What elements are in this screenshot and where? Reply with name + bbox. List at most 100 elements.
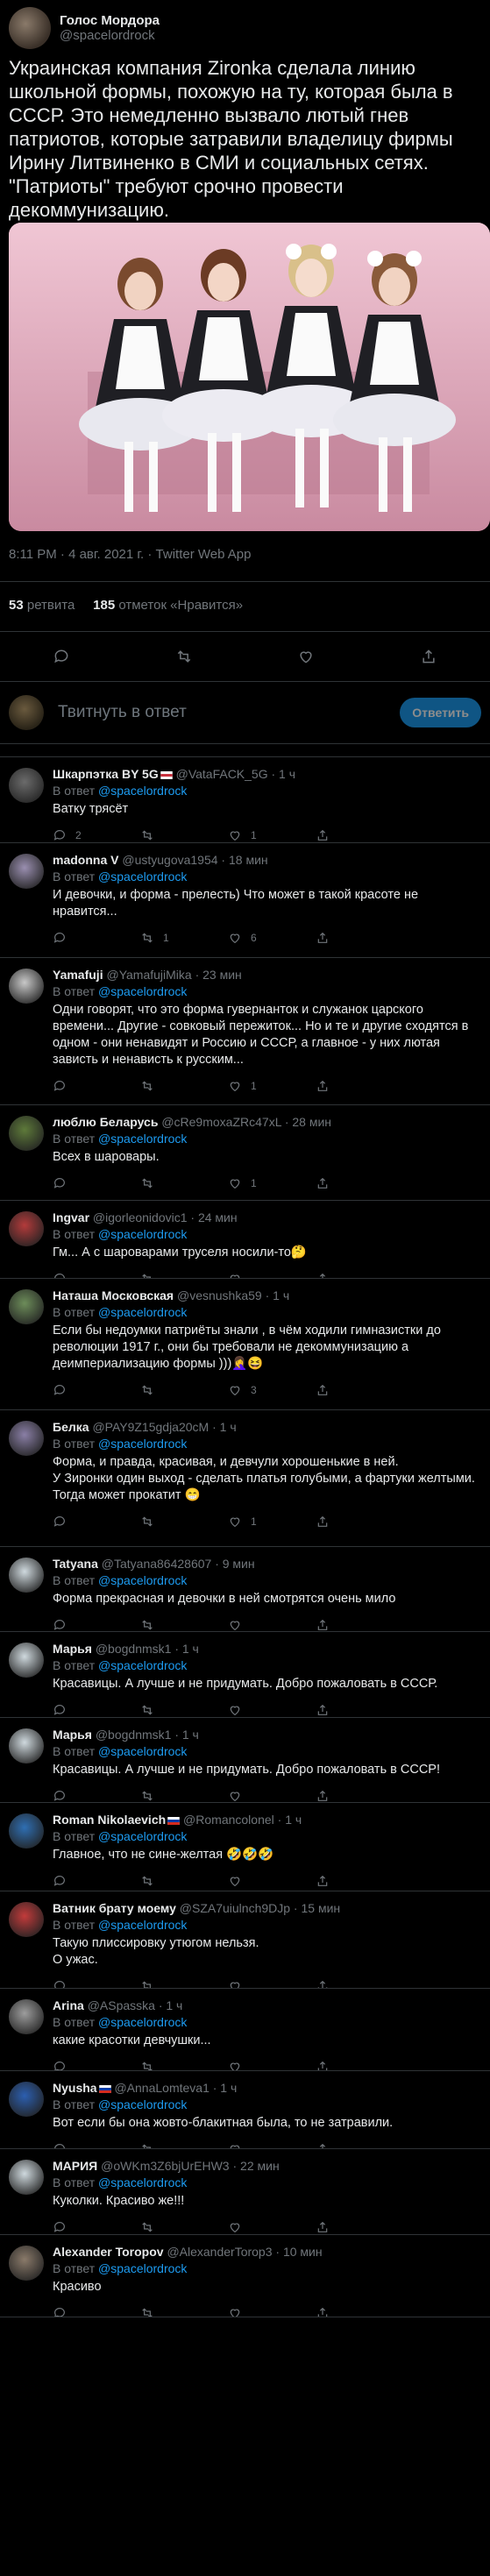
reply-item[interactable]: Tatyana @Tatyana86428607 · 9 мин В ответ… [0,1547,490,1632]
reply-retweet-button[interactable] [140,2060,228,2070]
reply-author-handle[interactable]: @SZA7uiulnch9DJp · 15 мин [180,1901,340,1915]
reply-to-mention[interactable]: @spacelordrock [98,1918,187,1932]
reply-reply-button[interactable] [53,2142,140,2148]
reply-share-button[interactable] [316,1618,403,1631]
reply-like-button[interactable]: 6 [228,931,316,945]
reply-retweet-button[interactable] [140,1789,228,1802]
reply-to-mention[interactable]: @spacelordrock [98,2097,187,2111]
reply-author-handle[interactable]: @vesnushka59 · 1 ч [177,1288,289,1302]
reply-retweet-button[interactable] [140,1979,228,1988]
reply-author-handle[interactable]: @bogdnmsk1 · 1 ч [96,1728,199,1742]
reply-button[interactable] [49,644,74,669]
reply-like-button[interactable]: 1 [228,1515,316,1529]
reply-share-button[interactable] [316,1272,403,1278]
reply-avatar[interactable] [9,1902,44,1937]
reply-like-button[interactable]: 1 [228,1079,316,1093]
reply-retweet-button[interactable] [140,2306,228,2317]
reply-share-button[interactable] [316,1874,403,1888]
reply-share-button[interactable] [316,1979,403,1988]
reply-to-mention[interactable]: @spacelordrock [98,984,187,998]
reply-retweet-button[interactable] [140,828,228,842]
reply-to-mention[interactable]: @spacelordrock [98,1132,187,1146]
reply-author-name[interactable]: Arina [53,1998,84,2012]
reply-reply-button[interactable] [53,2306,140,2317]
reply-author-handle[interactable]: @igorleonidovic1 · 24 мин [93,1210,238,1224]
reply-reply-button[interactable] [53,1176,140,1190]
reply-to-mention[interactable]: @spacelordrock [98,1658,187,1672]
reply-to-mention[interactable]: @spacelordrock [98,2261,187,2275]
reply-share-button[interactable] [316,2220,403,2234]
reply-item[interactable]: Белка @PAY9Z15gdja20cM · 1 ч В ответ @sp… [0,1410,490,1547]
reply-like-button[interactable] [228,1979,316,1988]
reply-share-button[interactable] [316,931,403,945]
tweet-timestamp[interactable]: 8:11 PM · 4 авг. 2021 г. · Twitter Web A… [0,531,490,582]
reply-share-button[interactable] [316,2142,403,2148]
reply-author-name[interactable]: Nyusha [53,2081,97,2095]
reply-share-button[interactable] [316,1703,403,1717]
reply-to-mention[interactable]: @spacelordrock [98,1227,187,1241]
reply-reply-button[interactable] [53,1272,140,1278]
reply-share-button[interactable] [316,2060,403,2070]
reply-like-button[interactable] [228,1703,316,1717]
tweet-photo[interactable] [9,223,490,531]
reply-like-button[interactable] [228,1874,316,1888]
reply-author-name[interactable]: Ватник брату моему [53,1901,176,1915]
reply-reply-button[interactable] [53,1789,140,1802]
reply-author-name[interactable]: Yamafuji [53,968,103,982]
reply-retweet-button[interactable] [140,2142,228,2148]
reply-author-name[interactable]: Марья [53,1728,92,1742]
reply-author-handle[interactable]: @bogdnmsk1 · 1 ч [96,1642,199,1656]
likes-label[interactable]: отметок «Нравится» [118,598,243,613]
reply-retweet-button[interactable] [140,1618,228,1631]
reply-reply-button[interactable] [53,1383,140,1397]
reply-avatar[interactable] [9,1211,44,1246]
reply-retweet-button[interactable]: 1 [140,931,228,945]
reply-author-handle[interactable]: @oWKm3Z6bjUrEHW3 · 22 мин [101,2159,280,2173]
reply-input[interactable] [56,702,401,723]
reply-retweet-button[interactable] [140,1874,228,1888]
author-handle[interactable]: @spacelordrock [60,28,160,43]
reply-author-handle[interactable]: @cRe9moxaZRc47xL · 28 мин [161,1115,331,1129]
reply-reply-button[interactable] [53,2060,140,2070]
reply-author-handle[interactable]: @Romancolonel · 1 ч [183,1813,302,1827]
reply-like-button[interactable] [228,2142,316,2148]
reply-item[interactable]: Yamafuji @YamafujiMika · 23 мин В ответ … [0,958,490,1105]
reply-author-name[interactable]: Tatyana [53,1557,98,1571]
reply-like-button[interactable]: 3 [228,1383,316,1397]
reply-item[interactable]: Ватник брату моему @SZA7uiulnch9DJp · 15… [0,1891,490,1989]
reply-to-mention[interactable]: @spacelordrock [98,869,187,884]
reply-like-button[interactable] [228,2306,316,2317]
reply-avatar[interactable] [9,1289,44,1324]
reply-author-handle[interactable]: @ustyugova1954 · 18 мин [122,853,267,867]
reply-to-mention[interactable]: @spacelordrock [98,1305,187,1319]
reply-author-handle[interactable]: @Tatyana86428607 · 9 мин [102,1557,255,1571]
reply-retweet-button[interactable] [140,1703,228,1717]
author-avatar[interactable] [9,7,51,49]
reply-share-button[interactable] [316,1383,403,1397]
reply-author-name[interactable]: Белка [53,1420,89,1434]
share-button[interactable] [416,644,441,669]
reply-like-button[interactable] [228,1789,316,1802]
reply-share-button[interactable] [316,828,403,842]
reply-avatar[interactable] [9,1116,44,1151]
reply-author-handle[interactable]: @PAY9Z15gdja20cM · 1 ч [92,1420,236,1434]
reply-like-button[interactable]: 1 [228,1176,316,1190]
reply-avatar[interactable] [9,1558,44,1593]
reply-author-name[interactable]: Ingvar [53,1210,89,1224]
reply-author-name[interactable]: люблю Беларусь [53,1115,158,1129]
reply-reply-button[interactable] [53,1618,140,1631]
reply-item[interactable]: Ingvar @igorleonidovic1 · 24 мин В ответ… [0,1201,490,1279]
reply-avatar[interactable] [9,2160,44,2195]
reply-to-mention[interactable]: @spacelordrock [98,1744,187,1758]
reply-share-button[interactable] [316,2306,403,2317]
reply-item[interactable]: Nyusha @AnnaLomteva1 · 1 ч В ответ @spac… [0,2071,490,2149]
reply-author-name[interactable]: Наташа Московская [53,1288,174,1302]
author-name[interactable]: Голос Мордора [60,13,160,28]
reply-reply-button[interactable] [53,1079,140,1093]
retweets-count[interactable]: 53 [9,598,24,613]
reply-item[interactable]: Марья @bogdnmsk1 · 1 ч В ответ @spacelor… [0,1718,490,1803]
reply-reply-button[interactable]: 2 [53,828,140,842]
reply-avatar[interactable] [9,854,44,889]
reply-avatar[interactable] [9,1421,44,1456]
retweet-button[interactable] [172,644,196,669]
